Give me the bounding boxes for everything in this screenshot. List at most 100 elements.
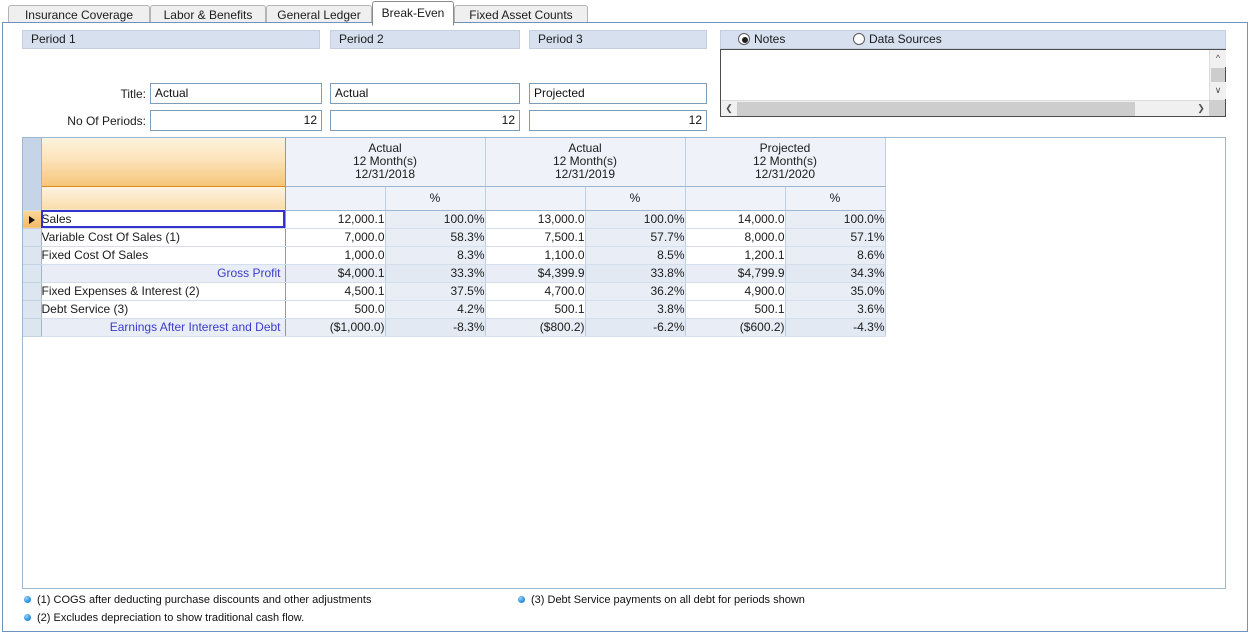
cell-percent[interactable]: 57.1%: [785, 228, 885, 246]
row-label[interactable]: Fixed Cost Of Sales: [41, 246, 285, 264]
row-selector-cell[interactable]: [23, 210, 41, 228]
row-selector-cell[interactable]: [23, 318, 41, 336]
table-row[interactable]: Variable Cost Of Sales (1) 7,000.0 58.3%…: [23, 228, 1225, 246]
cell-percent[interactable]: 8.3%: [385, 246, 485, 264]
notes-horizontal-scrollbar[interactable]: ❮ ❯: [721, 100, 1209, 116]
table-row[interactable]: Earnings After Interest and Debt ($1,000…: [23, 318, 1225, 336]
cell-percent[interactable]: 36.2%: [585, 282, 685, 300]
cell-amount[interactable]: 1,100.0: [485, 246, 585, 264]
radio-data-sources-icon[interactable]: [853, 33, 865, 45]
break-even-grid-panel[interactable]: Actual 12 Month(s) 12/31/2018 Actual 12 …: [22, 137, 1226, 589]
cell-amount[interactable]: $4,000.1: [285, 264, 385, 282]
table-row[interactable]: Debt Service (3) 500.0 4.2% 500.1 3.8% 5…: [23, 300, 1225, 318]
period-1-periods-label: No Of Periods:: [22, 114, 146, 128]
cell-amount[interactable]: $4,799.9: [685, 264, 785, 282]
cell-percent[interactable]: 3.6%: [785, 300, 885, 318]
row-label[interactable]: Gross Profit: [41, 264, 285, 282]
cell-amount[interactable]: 500.0: [285, 300, 385, 318]
period-1-periods-input[interactable]: 12: [150, 110, 322, 131]
row-filler: [885, 228, 1225, 246]
row-selector-cell[interactable]: [23, 264, 41, 282]
cell-percent[interactable]: -6.2%: [585, 318, 685, 336]
cell-amount[interactable]: 1,200.1: [685, 246, 785, 264]
cell-amount[interactable]: 12,000.1: [285, 210, 385, 228]
cell-amount[interactable]: 4,700.0: [485, 282, 585, 300]
cell-percent[interactable]: 8.5%: [585, 246, 685, 264]
row-label[interactable]: Sales: [41, 210, 285, 228]
table-row[interactable]: Fixed Cost Of Sales 1,000.0 8.3% 1,100.0…: [23, 246, 1225, 264]
radio-data-sources[interactable]: Data Sources: [853, 32, 942, 47]
scroll-down-icon[interactable]: ∨: [1210, 82, 1226, 99]
cell-percent[interactable]: 35.0%: [785, 282, 885, 300]
cell-amount[interactable]: $4,399.9: [485, 264, 585, 282]
cell-amount[interactable]: 13,000.0: [485, 210, 585, 228]
row-label[interactable]: Fixed Expenses & Interest (2): [41, 282, 285, 300]
cell-amount[interactable]: ($800.2): [485, 318, 585, 336]
footnote-1: (1) COGS after deducting purchase discou…: [24, 594, 371, 607]
row-label-header: [41, 138, 285, 186]
cell-amount[interactable]: 7,000.0: [285, 228, 385, 246]
cell-percent[interactable]: 33.3%: [385, 264, 485, 282]
row-label[interactable]: Variable Cost Of Sales (1): [41, 228, 285, 246]
period-2-title-input[interactable]: Actual: [330, 83, 520, 104]
row-label[interactable]: Debt Service (3): [41, 300, 285, 318]
cell-percent[interactable]: 4.2%: [385, 300, 485, 318]
cell-amount[interactable]: 1,000.0: [285, 246, 385, 264]
scroll-right-icon[interactable]: ❯: [1193, 101, 1209, 117]
radio-notes[interactable]: Notes: [738, 32, 785, 47]
bullet-icon: [518, 596, 525, 603]
period-3-periods-input[interactable]: 12: [529, 110, 707, 131]
radio-notes-icon[interactable]: [738, 33, 750, 45]
cell-percent[interactable]: 8.6%: [785, 246, 885, 264]
cell-amount[interactable]: 4,500.1: [285, 282, 385, 300]
cell-amount[interactable]: 4,900.0: [685, 282, 785, 300]
cell-percent[interactable]: 57.7%: [585, 228, 685, 246]
cell-amount[interactable]: 7,500.1: [485, 228, 585, 246]
row-filler: [885, 318, 1225, 336]
row-label-subheader: [41, 186, 285, 210]
group-1-date: 12/31/2018: [286, 168, 485, 181]
group-3-date: 12/31/2020: [686, 168, 885, 181]
scroll-left-icon[interactable]: ❮: [721, 101, 737, 117]
row-label[interactable]: Earnings After Interest and Debt: [41, 318, 285, 336]
cell-percent[interactable]: -8.3%: [385, 318, 485, 336]
row-filler: [885, 246, 1225, 264]
cell-amount[interactable]: ($600.2): [685, 318, 785, 336]
cell-percent[interactable]: 58.3%: [385, 228, 485, 246]
tab-break-even[interactable]: Break-Even: [372, 1, 454, 26]
table-row[interactable]: Gross Profit $4,000.1 33.3% $4,399.9 33.…: [23, 264, 1225, 282]
period-1-title-input[interactable]: Actual: [150, 83, 322, 104]
cell-percent[interactable]: 37.5%: [385, 282, 485, 300]
cell-percent[interactable]: 100.0%: [385, 210, 485, 228]
cell-percent[interactable]: 100.0%: [785, 210, 885, 228]
cell-amount[interactable]: 500.1: [685, 300, 785, 318]
cell-percent[interactable]: -4.3%: [785, 318, 885, 336]
cell-amount[interactable]: 500.1: [485, 300, 585, 318]
hscroll-thumb[interactable]: [737, 102, 1135, 116]
scrollbar-corner: [1209, 100, 1225, 116]
cell-amount[interactable]: ($1,000.0): [285, 318, 385, 336]
period-2-periods-input[interactable]: 12: [330, 110, 520, 131]
row-selector-cell[interactable]: [23, 246, 41, 264]
period-2-panel: Period 2 Actual 12 12/31/19: [330, 30, 520, 130]
scroll-up-icon[interactable]: ^: [1210, 50, 1226, 67]
cell-amount[interactable]: 14,000.0: [685, 210, 785, 228]
row-selector-cell[interactable]: [23, 228, 41, 246]
period-3-title-input[interactable]: Projected: [529, 83, 707, 104]
notes-textarea[interactable]: ^ ∨ ❮ ❯: [720, 49, 1226, 117]
cell-percent[interactable]: 3.8%: [585, 300, 685, 318]
table-row[interactable]: Fixed Expenses & Interest (2) 4,500.1 37…: [23, 282, 1225, 300]
table-row[interactable]: Sales 12,000.1 100.0% 13,000.0 100.0% 14…: [23, 210, 1225, 228]
subheader-percent-3: %: [785, 186, 885, 210]
cell-percent[interactable]: 33.8%: [585, 264, 685, 282]
period-3-header: Period 3: [529, 30, 707, 49]
cell-amount[interactable]: 8,000.0: [685, 228, 785, 246]
table-header-group-row: Actual 12 Month(s) 12/31/2018 Actual 12 …: [23, 138, 1225, 186]
break-even-table: Actual 12 Month(s) 12/31/2018 Actual 12 …: [23, 138, 1225, 337]
cell-percent[interactable]: 34.3%: [785, 264, 885, 282]
cell-percent[interactable]: 100.0%: [585, 210, 685, 228]
vscroll-thumb[interactable]: [1211, 68, 1225, 82]
row-selector-cell[interactable]: [23, 282, 41, 300]
row-selector-cell[interactable]: [23, 300, 41, 318]
footnote-2: (2) Excludes depreciation to show tradit…: [24, 612, 304, 625]
